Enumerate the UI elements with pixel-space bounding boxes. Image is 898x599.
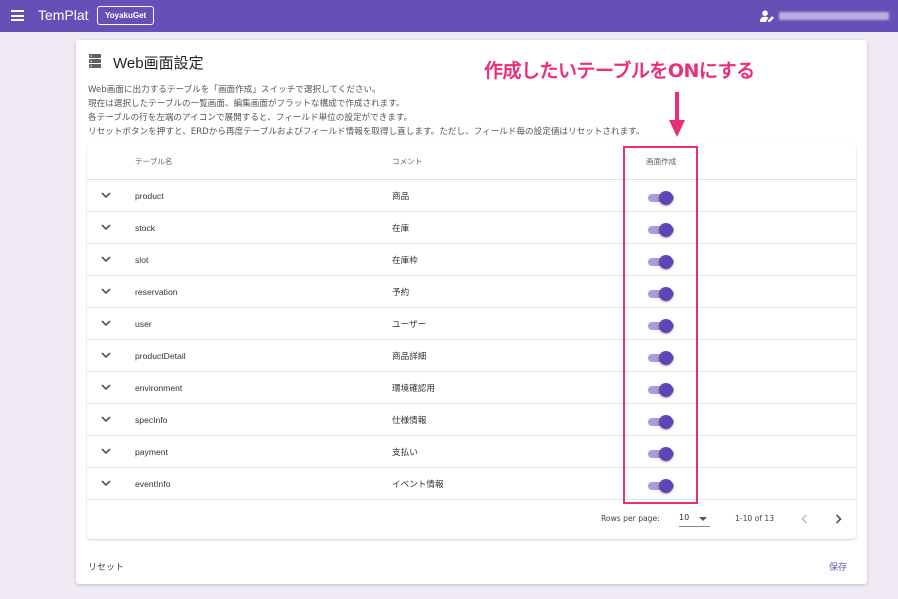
chevron-down-icon[interactable]: [101, 447, 111, 455]
table-row[interactable]: payment 支払い: [87, 436, 856, 468]
chevron-down-icon[interactable]: [101, 255, 111, 263]
settings-card: Web画面設定 Web画面に出力するテーブルを「画面作成」スイッチで選択してくだ…: [76, 40, 867, 584]
table-comment: 環境確認用: [392, 384, 435, 394]
page-title: Web画面設定: [113, 55, 204, 72]
user-edit-icon[interactable]: [760, 10, 774, 22]
table-comment: 予約: [392, 288, 410, 298]
table-name: reservation: [135, 287, 178, 297]
table-comment: 支払い: [392, 448, 418, 458]
chevron-down-icon[interactable]: [101, 287, 111, 295]
page-range: 1-10 of 13: [735, 514, 775, 523]
app-bar: TemPlat YoyakuGet: [0, 0, 898, 32]
user-name-redacted[interactable]: [779, 12, 889, 20]
table-name: environment: [135, 383, 183, 393]
description-line: 各テーブルの行を左端のアイコンで展開すると、フィールド単位の設定ができます。: [88, 113, 413, 123]
table-row[interactable]: slot 在庫枠: [87, 244, 856, 276]
table-row[interactable]: eventInfo イベント情報: [87, 468, 856, 500]
chevron-right-icon[interactable]: [831, 511, 845, 527]
table-name: eventInfo: [135, 479, 171, 489]
table-footer: Rows per page: 10 1-10 of 13: [87, 503, 856, 539]
arrow-down-icon: [669, 92, 685, 137]
description-line: 現在は選択したテーブルの一覧画面、編集画面がフラットな構成で作成されます。: [88, 99, 405, 109]
menu-icon[interactable]: [11, 10, 24, 21]
rows-per-page-value: 10: [679, 513, 690, 522]
chevron-down-icon[interactable]: [101, 479, 111, 487]
description-line: Web画面に出力するテーブルを「画面作成」スイッチで選択してください。: [88, 85, 381, 95]
table-name: payment: [135, 447, 168, 457]
table-comment: ユーザー: [392, 320, 427, 330]
column-header-name[interactable]: テーブル名: [135, 156, 173, 167]
chevron-down-icon[interactable]: [101, 319, 111, 327]
table-row[interactable]: product 商品: [87, 180, 856, 212]
table-comment: 在庫: [392, 224, 410, 234]
table-comment: イベント情報: [392, 480, 444, 490]
annotation-highlight-box: [623, 146, 698, 504]
description: Web画面に出力するテーブルを「画面作成」スイッチで選択してください。 現在は選…: [88, 83, 698, 139]
column-header-comment[interactable]: コメント: [392, 156, 422, 167]
chevron-left-icon[interactable]: [798, 511, 812, 527]
table-comment: 仕様情報: [392, 416, 427, 426]
table-row[interactable]: specInfo 仕様情報: [87, 404, 856, 436]
reset-button[interactable]: リセット: [88, 560, 124, 573]
app-title[interactable]: TemPlat: [38, 7, 89, 23]
table-name: specInfo: [135, 415, 168, 425]
table-header: テーブル名 コメント 画面作成: [87, 144, 856, 180]
table-comment: 在庫枠: [392, 256, 418, 266]
table-comment: 商品詳細: [392, 352, 427, 362]
annotation-text: 作成したいテーブルをONにする: [484, 60, 755, 82]
table-name: user: [135, 319, 152, 329]
chevron-down-icon[interactable]: [101, 191, 111, 199]
project-chip[interactable]: YoyakuGet: [97, 6, 155, 25]
chevron-down-icon[interactable]: [101, 383, 111, 391]
table-row[interactable]: productDetail 商品詳細: [87, 340, 856, 372]
table-row[interactable]: user ユーザー: [87, 308, 856, 340]
chevron-down-icon[interactable]: [101, 223, 111, 231]
chevron-down-icon[interactable]: [101, 415, 111, 423]
table-comment: 商品: [392, 192, 410, 202]
table-row[interactable]: reservation 予約: [87, 276, 856, 308]
tables-data-table: テーブル名 コメント 画面作成 product 商品 stock 在庫 slot 在庫枠 r…: [87, 144, 856, 539]
table-row[interactable]: stock 在庫: [87, 212, 856, 244]
rows-per-page-label: Rows per page:: [601, 514, 660, 523]
rows-per-page-select[interactable]: 10: [679, 509, 710, 527]
table-name: slot: [135, 255, 149, 265]
description-line: リセットボタンを押すと、ERDから再度テーブルおよびフィールド情報を取得し直しま…: [88, 127, 645, 137]
table-name: product: [135, 191, 164, 201]
save-button[interactable]: 保存: [829, 560, 847, 573]
table-name: stock: [135, 223, 156, 233]
table-name: productDetail: [135, 351, 186, 361]
table-row[interactable]: environment 環境確認用: [87, 372, 856, 404]
database-icon: [89, 54, 101, 68]
chevron-down-icon[interactable]: [101, 351, 111, 359]
caret-down-icon: [699, 517, 707, 521]
